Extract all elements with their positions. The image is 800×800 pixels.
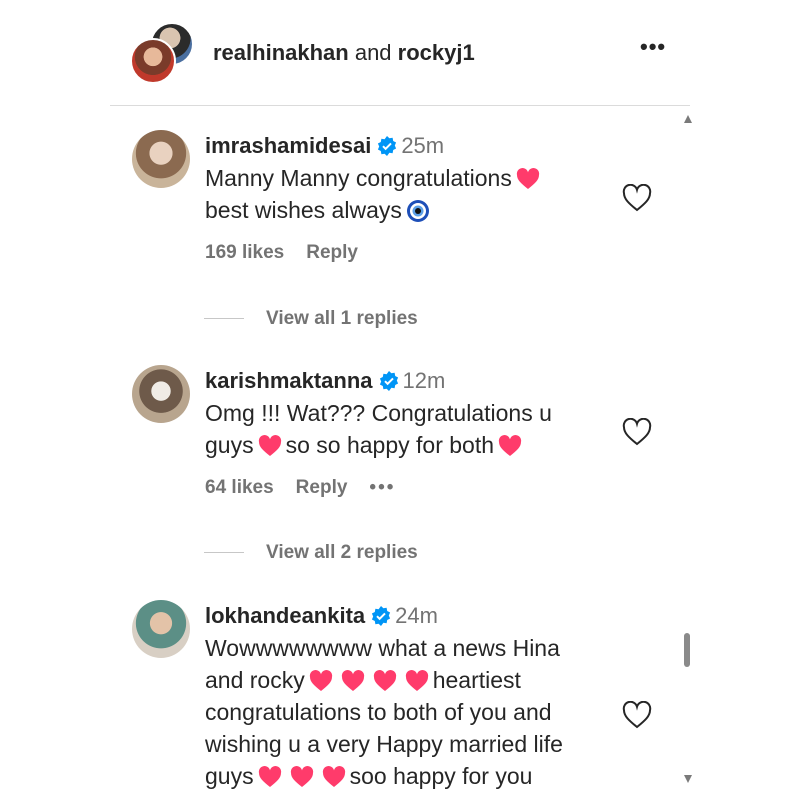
reply-button[interactable]: Reply: [306, 242, 358, 263]
avatar[interactable]: [132, 130, 190, 188]
avatar[interactable]: [132, 365, 190, 423]
scroll-down-arrow-icon[interactable]: [684, 775, 692, 783]
view-replies-button[interactable]: View all 1 replies: [204, 308, 418, 330]
heart-outline-icon[interactable]: [622, 701, 652, 729]
comment-text-line: Omg !!! Wat??? Congratulations u: [205, 400, 552, 426]
avatar[interactable]: [132, 600, 190, 658]
comment-username[interactable]: karishmaktanna: [205, 368, 373, 393]
replies-divider: [204, 318, 244, 320]
view-replies-label[interactable]: View all 2 replies: [266, 542, 418, 563]
comment-text-line: wishing u a very Happy married life: [205, 731, 563, 757]
heart-emoji-icon: [309, 670, 332, 691]
scroll-up-arrow-icon[interactable]: [684, 115, 692, 123]
heart-emoji-icon: [498, 435, 522, 456]
comment-text: Wowwwwwwww what a news Hina and rocky hea…: [205, 632, 605, 792]
comment-text-line: and rocky: [205, 667, 305, 693]
post-authors: realhinakhan and rockyj1: [213, 40, 475, 66]
comment-time: 12m: [402, 368, 446, 393]
likes-count[interactable]: 64 likes: [205, 477, 274, 498]
heart-emoji-icon: [290, 766, 313, 787]
verified-badge-icon: [372, 606, 391, 626]
avatar-realhinakhan[interactable]: [130, 38, 176, 84]
comment-username[interactable]: lokhandeankita: [205, 603, 365, 628]
comment-meta: 64 likes Reply •••: [205, 477, 605, 499]
likes-count[interactable]: 169 likes: [205, 242, 284, 263]
comment-body: imrashamidesai 25m Manny Manny congratula…: [205, 130, 605, 264]
comment-text-line: congratulations to both of you and: [205, 699, 552, 725]
comment-header: lokhandeankita 24m: [205, 600, 605, 632]
heart-outline-icon[interactable]: [622, 184, 652, 212]
author-link-1[interactable]: realhinakhan: [213, 40, 349, 65]
heart-emoji-icon: [341, 670, 364, 691]
heart-emoji-icon: [258, 435, 281, 456]
comment-header: imrashamidesai 25m: [205, 130, 605, 162]
comment-text: Manny Manny congratulations best wishes …: [205, 162, 605, 226]
heart-emoji-icon: [373, 670, 396, 691]
comment-header: karishmaktanna 12m: [205, 365, 605, 397]
comment-username[interactable]: imrashamidesai: [205, 133, 371, 158]
more-options-button[interactable]: •••: [640, 34, 666, 60]
scroll-thumb[interactable]: [684, 633, 690, 667]
view-replies-label[interactable]: View all 1 replies: [266, 308, 418, 329]
author-conjunction: and: [348, 40, 398, 65]
reply-button[interactable]: Reply: [296, 477, 348, 498]
heart-emoji-icon: [322, 766, 345, 787]
comment-options-button[interactable]: •••: [369, 477, 395, 498]
comment-time: 25m: [401, 133, 445, 158]
heart-outline-icon[interactable]: [622, 418, 652, 446]
comment-meta: 169 likes Reply: [205, 242, 605, 264]
author-link-2[interactable]: rockyj1: [398, 40, 475, 65]
scrollbar[interactable]: [684, 115, 692, 795]
comment-time: 24m: [395, 603, 438, 628]
comment-text-line: best wishes always: [205, 197, 402, 223]
comment-text-line: so so happy for both: [285, 432, 495, 458]
heart-emoji-icon: [258, 766, 281, 787]
comment-text-line: soo happy for you: [349, 763, 533, 789]
comment-text-line: Wowwwwwwww what a news Hina: [205, 635, 560, 661]
view-replies-button[interactable]: View all 2 replies: [204, 542, 418, 564]
comment-text-line: guys: [205, 763, 254, 789]
collab-avatars[interactable]: [130, 22, 194, 84]
verified-badge-icon: [379, 371, 398, 391]
comment-text-line: heartiest: [432, 667, 521, 693]
heart-emoji-icon: [516, 168, 539, 189]
replies-divider: [204, 552, 244, 554]
heart-emoji-icon: [405, 670, 428, 691]
post-header: realhinakhan and rockyj1 •••: [110, 0, 690, 106]
nazar-amulet-emoji-icon: [406, 200, 429, 222]
comment-text: Omg !!! Wat??? Congratulations u guys so …: [205, 397, 605, 461]
comment-text-line: guys: [205, 432, 254, 458]
comment-text-line: Manny Manny congratulations: [205, 165, 512, 191]
comment-body: karishmaktanna 12m Omg !!! Wat??? Congrat…: [205, 365, 605, 499]
comment-body: lokhandeankita 24m Wowwwwwwww what a news…: [205, 600, 605, 792]
verified-badge-icon: [378, 136, 397, 156]
